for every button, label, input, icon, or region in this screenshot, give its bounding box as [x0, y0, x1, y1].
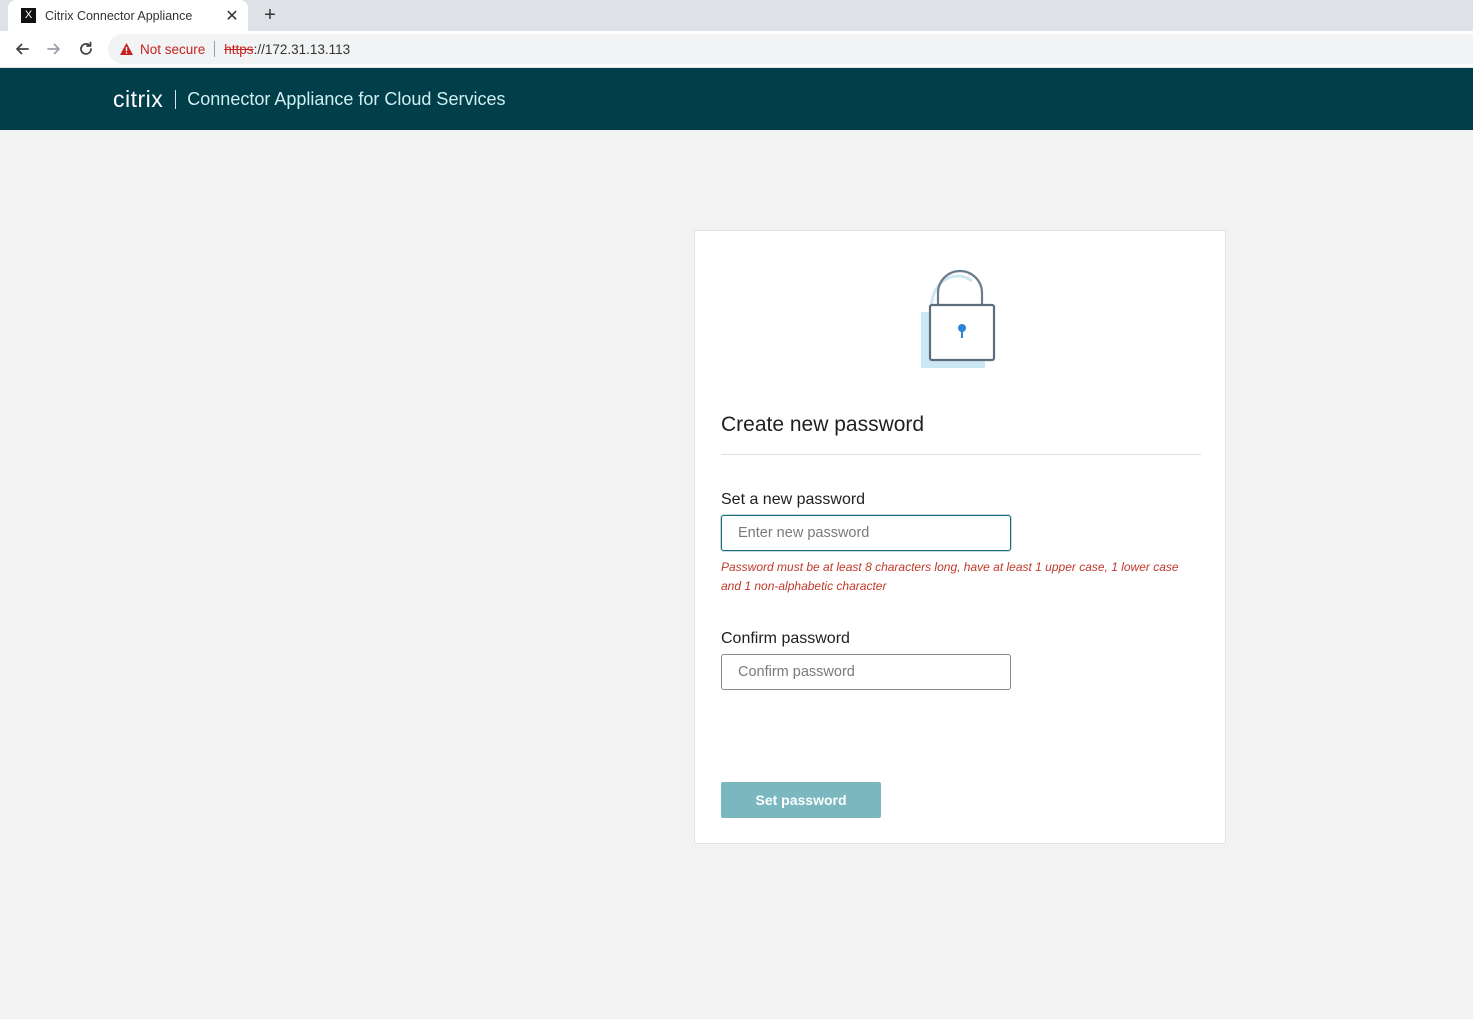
- browser-tabstrip: X Citrix Connector Appliance ✕ +: [0, 0, 1473, 31]
- url-scheme: https: [224, 41, 254, 57]
- confirm-password-label: Confirm password: [721, 630, 850, 647]
- password-error-message: Password must be at least 8 characters l…: [721, 560, 1179, 593]
- back-arrow-icon[interactable]: [10, 37, 34, 61]
- title-divider: [721, 454, 1201, 455]
- forward-arrow-icon[interactable]: [42, 37, 66, 61]
- page-title: Create new password: [721, 413, 925, 436]
- url-host: ://172.31.13.113: [253, 41, 351, 57]
- citrix-favicon-icon: X: [21, 8, 36, 23]
- new-password-input[interactable]: [721, 515, 1011, 551]
- tab-title: Citrix Connector Appliance: [45, 8, 193, 23]
- brand-separator: [175, 89, 177, 109]
- browser-toolbar: Not secure https://172.31.13.113: [0, 31, 1473, 68]
- create-password-card: Create new password Set a new password P…: [694, 230, 1226, 844]
- reload-icon[interactable]: [74, 37, 98, 61]
- new-tab-icon[interactable]: +: [258, 3, 282, 27]
- address-bar[interactable]: Not secure https://172.31.13.113: [108, 34, 1473, 64]
- url-text[interactable]: https://172.31.13.113: [224, 42, 350, 57]
- security-status[interactable]: Not secure: [140, 42, 205, 57]
- set-password-button[interactable]: Set password: [721, 782, 881, 818]
- url-separator: [214, 41, 216, 57]
- browser-tab[interactable]: X Citrix Connector Appliance ✕: [8, 0, 248, 31]
- warning-triangle-icon[interactable]: [118, 41, 134, 57]
- lock-icon: [920, 265, 1000, 370]
- close-tab-icon[interactable]: ✕: [222, 6, 242, 26]
- citrix-logo: citrix: [113, 85, 164, 112]
- confirm-password-input[interactable]: [721, 654, 1011, 690]
- product-name: Connector Appliance for Cloud Services: [187, 88, 506, 109]
- app-header: citrix Connector Appliance for Cloud Ser…: [0, 68, 1473, 130]
- new-password-label: Set a new password: [721, 491, 866, 508]
